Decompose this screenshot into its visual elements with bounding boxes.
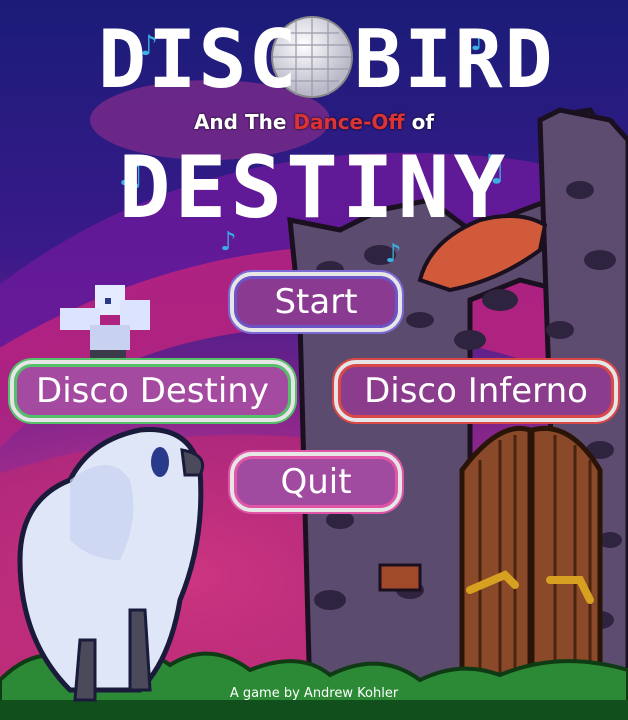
title-disco: DISC <box>98 13 299 106</box>
title-screen: ♫ ♫ ♪ ♪ ♪ ♪ DISC BIRD And The Dance-Off … <box>0 0 628 720</box>
start-button[interactable]: Start <box>230 272 402 332</box>
disco-inferno-button[interactable]: Disco Inferno <box>334 360 618 422</box>
disco-destiny-label: Disco Destiny <box>36 371 269 411</box>
disco-inferno-label: Disco Inferno <box>364 371 588 411</box>
svg-text:♪: ♪ <box>385 239 402 269</box>
subtitle: And The Dance-Off of <box>0 110 628 134</box>
start-label: Start <box>274 282 358 322</box>
subtitle-pre: And The <box>193 110 294 134</box>
subtitle-dance: Dance-Off <box>293 110 405 134</box>
quit-button[interactable]: Quit <box>230 452 402 512</box>
title-destiny: DESTINY <box>118 138 510 238</box>
credit-text: A game by Andrew Kohler <box>229 686 399 701</box>
disco-destiny-button[interactable]: Disco Destiny <box>10 360 295 422</box>
subtitle-post: of <box>404 110 435 134</box>
quit-label: Quit <box>280 462 352 502</box>
title-bird: BIRD <box>354 13 555 106</box>
